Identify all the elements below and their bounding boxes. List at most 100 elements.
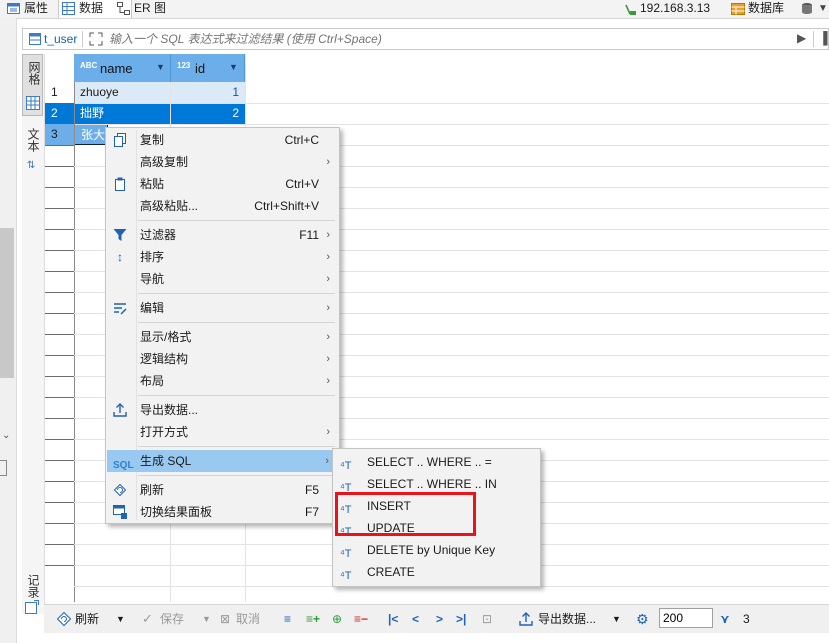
- menu-item-shortcut: Ctrl+V: [285, 177, 319, 191]
- expand-icon[interactable]: [89, 32, 103, 46]
- chevron-down-icon[interactable]: ▼: [612, 611, 621, 627]
- cell-name[interactable]: 张大: [74, 124, 108, 145]
- edit-row-icon[interactable]: ≡: [284, 611, 291, 627]
- column-divider: [74, 82, 75, 602]
- copy-icon: [114, 133, 126, 147]
- sort-dropdown-icon[interactable]: ▼: [156, 62, 165, 72]
- chevron-down-icon[interactable]: ▼: [202, 611, 211, 627]
- menu-item-delete-by-unique-key[interactable]: ⁴T DELETE by Unique Key: [333, 539, 540, 561]
- menu-item-refresh[interactable]: 刷新 F5: [106, 479, 339, 501]
- filter-history-icon[interactable]: ▐: [819, 31, 828, 45]
- filter-input[interactable]: [109, 30, 789, 48]
- refresh-button[interactable]: 刷新: [75, 611, 99, 627]
- sort-dropdown-icon[interactable]: ▼: [229, 62, 238, 72]
- chevron-down-icon[interactable]: ▼: [116, 611, 125, 627]
- menu-item-shortcut: F5: [304, 483, 319, 497]
- menu-item-filter[interactable]: 过滤器 F11 ›: [106, 224, 339, 246]
- sql-icon: SQL: [113, 460, 134, 471]
- delete-row-icon[interactable]: ≡−: [354, 611, 368, 627]
- fetch-size-input[interactable]: [659, 608, 713, 628]
- text-icon: ⇅: [27, 160, 36, 171]
- tab-text-view[interactable]: 文本 ⇅: [22, 124, 43, 180]
- menu-item-label: 刷新: [140, 483, 165, 497]
- tab-grid-view[interactable]: 网格: [22, 54, 43, 116]
- submenu-arrow-icon: ›: [326, 302, 330, 314]
- gear-icon[interactable]: ⚙: [636, 611, 649, 627]
- row-header-corner[interactable]: [45, 54, 74, 82]
- divider: [813, 31, 814, 47]
- menu-item-advanced-copy[interactable]: 高级复制 ›: [106, 151, 339, 173]
- tab-label: ER 图: [134, 1, 167, 15]
- menu-item-select-where-equals[interactable]: ⁴T SELECT .. WHERE .. =: [333, 451, 540, 473]
- menu-item-advanced-paste[interactable]: 高级粘贴... Ctrl+Shift+V: [106, 195, 339, 217]
- cancel-icon: ⊠: [220, 612, 231, 626]
- row-count-icon: ⋎: [720, 612, 730, 626]
- submenu-arrow-icon: ›: [326, 426, 330, 438]
- database-stack-icon[interactable]: [800, 2, 814, 16]
- left-scrollbar-thumb[interactable]: [0, 228, 14, 378]
- menu-item-display-format[interactable]: 显示/格式 ›: [106, 326, 339, 348]
- chevron-down-icon[interactable]: ⌄: [2, 430, 10, 441]
- row-number[interactable]: 1: [45, 82, 74, 103]
- grid-line: [74, 124, 829, 125]
- menu-item-label: 高级复制: [140, 155, 189, 169]
- add-row-icon[interactable]: ≡+: [306, 611, 320, 627]
- first-page-icon[interactable]: |<: [388, 611, 398, 627]
- refresh-icon: [113, 483, 127, 497]
- menu-item-toggle-result-panel[interactable]: 切换结果面板 F7: [106, 501, 339, 523]
- row-line: [45, 418, 74, 419]
- menu-item-export-data[interactable]: 导出数据...: [106, 399, 339, 421]
- export-icon[interactable]: [518, 611, 534, 627]
- menu-item-label: 高级粘贴...: [140, 199, 199, 213]
- column-header-id[interactable]: 123 id ▼: [171, 54, 245, 82]
- last-page-icon[interactable]: >|: [456, 611, 466, 627]
- menu-item-layout[interactable]: 布局 ›: [106, 370, 339, 392]
- menu-separator: [138, 293, 335, 294]
- menu-item-paste[interactable]: 粘贴 Ctrl+V: [106, 173, 339, 195]
- sort-icon: ↕: [117, 250, 123, 264]
- er-diagram-icon: [117, 2, 130, 15]
- apply-filter-icon[interactable]: ▶: [797, 31, 806, 45]
- menu-item-create[interactable]: ⁴T CREATE: [333, 561, 540, 583]
- column-type-badge: 123: [177, 61, 191, 70]
- cell-id[interactable]: 1: [171, 82, 245, 103]
- refresh-icon[interactable]: [56, 611, 72, 627]
- save-button[interactable]: 保存: [160, 611, 184, 627]
- menu-item-copy[interactable]: 复制 Ctrl+C: [106, 129, 339, 151]
- previous-page-icon[interactable]: <: [412, 611, 419, 627]
- menu-item-edit[interactable]: 编辑 ›: [106, 297, 339, 319]
- paste-icon: [115, 177, 125, 191]
- menu-item-generate-sql[interactable]: SQL 生成 SQL ›: [107, 450, 338, 472]
- next-page-icon[interactable]: >: [436, 611, 443, 627]
- menu-item-logical-structure[interactable]: 逻辑结构 ›: [106, 348, 339, 370]
- row-line: [45, 439, 74, 440]
- copy-row-icon[interactable]: ⊕: [332, 611, 342, 627]
- tab-er-diagram[interactable]: ER 图: [114, 0, 204, 18]
- tab-record-view[interactable]: 记录: [22, 574, 43, 614]
- menu-separator: [138, 322, 335, 323]
- submenu-arrow-icon: ›: [325, 455, 329, 467]
- menu-item-label: SELECT .. WHERE .. =: [367, 455, 492, 469]
- row-number[interactable]: 3: [45, 124, 74, 145]
- cancel-button[interactable]: 取消: [236, 611, 260, 627]
- submenu-arrow-icon: ›: [326, 229, 330, 241]
- menu-item-open-with[interactable]: 打开方式 ›: [106, 421, 339, 443]
- menu-item-navigate[interactable]: 导航 ›: [106, 268, 339, 290]
- menu-item-sort[interactable]: ↕ 排序 ›: [106, 246, 339, 268]
- grid-icon: [26, 96, 40, 110]
- collapsed-panel-handle[interactable]: [0, 460, 7, 476]
- cell-id[interactable]: 2: [171, 103, 245, 124]
- database-icon: [731, 3, 745, 15]
- connection-host[interactable]: 192.168.3.13: [622, 0, 710, 18]
- row-line: [45, 460, 74, 461]
- column-header-name[interactable]: ABC name ▼: [74, 54, 171, 82]
- fetch-all-icon[interactable]: ⊡: [482, 611, 492, 627]
- chevron-down-icon[interactable]: ▼: [818, 0, 828, 17]
- table-name[interactable]: t_user: [44, 32, 77, 46]
- cell-name[interactable]: zhuoye: [74, 82, 171, 103]
- row-number[interactable]: 2: [45, 103, 74, 124]
- database-selector[interactable]: 数据库: [730, 0, 784, 18]
- row-count: 3: [743, 612, 750, 626]
- cell-name[interactable]: 拙野: [74, 103, 171, 124]
- export-data-button[interactable]: 导出数据...: [538, 611, 596, 627]
